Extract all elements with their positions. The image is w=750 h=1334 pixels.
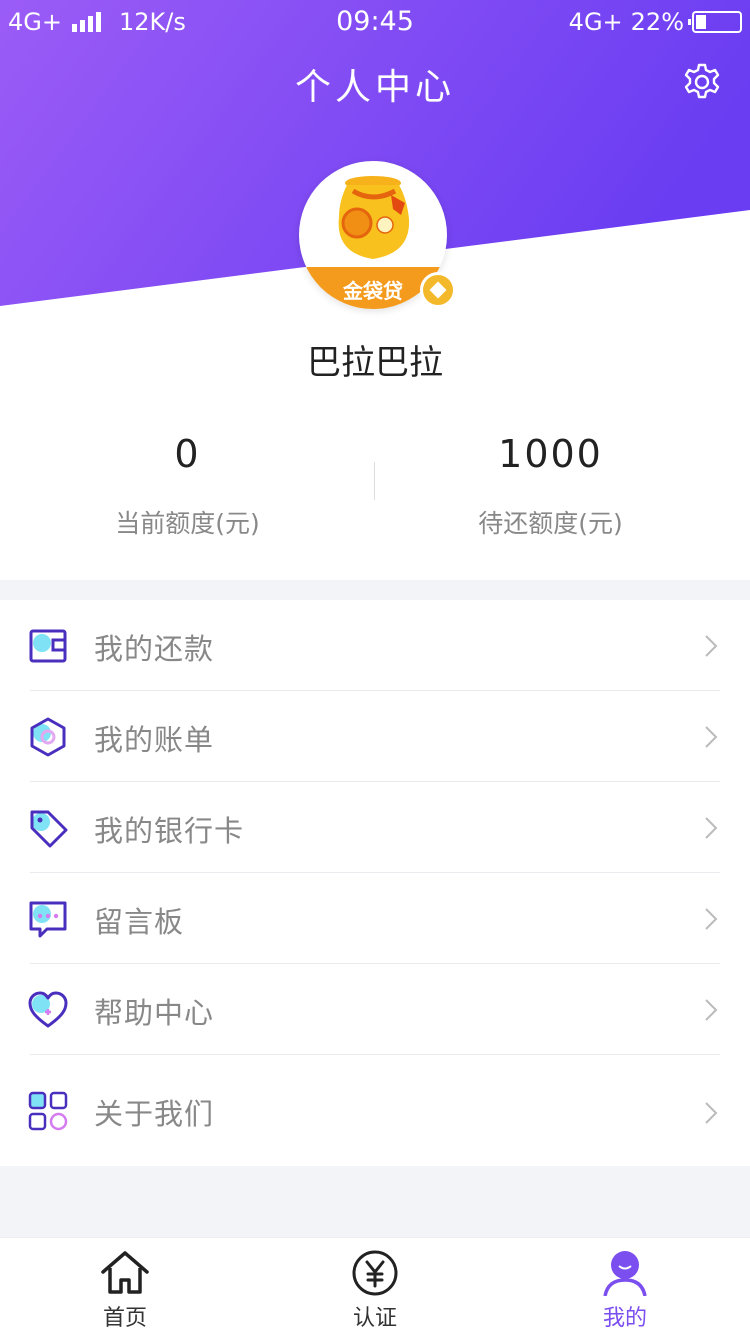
profile-header: 4G+ 12K/s 09:45 4G+ 22% 个人中心 金袋贷 巴拉巴拉 0 … [0, 0, 750, 580]
menu-item-label: 关于我们 [94, 1097, 215, 1131]
username: 巴拉巴拉 [307, 343, 443, 383]
wallet-icon [29, 629, 67, 663]
menu-item-message-board[interactable]: 留言板 [0, 873, 750, 964]
menu-item-label: 帮助中心 [94, 996, 215, 1030]
stat-value: 0 [174, 432, 201, 476]
status-right: 4G+ 22% [569, 8, 742, 36]
yen-circle-icon [352, 1250, 398, 1296]
tag-icon [30, 810, 68, 848]
menu-item-help-center[interactable]: 帮助中心 [0, 964, 750, 1055]
avatar-logo-text: 金袋贷 [342, 279, 403, 303]
status-bar: 4G+ 12K/s 09:45 4G+ 22% [0, 0, 750, 44]
stat-value: 1000 [498, 432, 603, 476]
chevron-right-icon [705, 999, 718, 1021]
bottom-tab-bar: 首页 认证 我的 [0, 1237, 750, 1334]
menu-item-label: 留言板 [94, 905, 185, 939]
stat-pending-repay: 1000 待还额度(元) [363, 432, 738, 540]
chevron-right-icon [705, 908, 718, 930]
hexagon-bill-icon [30, 717, 66, 757]
page-title: 个人中心 [294, 67, 455, 108]
tab-mine[interactable]: 我的 [500, 1238, 750, 1334]
user-icon [603, 1251, 647, 1296]
tab-label: 我的 [602, 1306, 647, 1331]
battery-percent: 22% [630, 8, 684, 36]
menu-item-label: 我的账单 [94, 723, 215, 757]
tab-verify[interactable]: 认证 [250, 1238, 500, 1334]
stat-label: 待还额度(元) [478, 509, 623, 538]
grid-apps-icon [28, 1091, 68, 1131]
home-icon [101, 1251, 149, 1294]
menu-item-my-bill[interactable]: 我的账单 [0, 691, 750, 782]
chevron-right-icon [705, 635, 718, 657]
gear-icon[interactable] [682, 62, 722, 102]
message-board-icon [29, 901, 67, 938]
stat-label: 当前额度(元) [115, 509, 260, 538]
tab-label: 首页 [102, 1306, 147, 1331]
tab-home[interactable]: 首页 [0, 1238, 250, 1334]
network-type-right: 4G+ [568, 8, 623, 36]
chevron-right-icon [705, 1102, 718, 1124]
battery-icon [688, 11, 742, 33]
vip-badge-icon [420, 272, 456, 308]
chevron-right-icon [705, 726, 718, 748]
chevron-right-icon [705, 817, 718, 839]
menu-list: 我的还款 我的账单 我的银行卡 留言板 帮助中心 关于我们 [0, 600, 750, 1166]
menu-item-label: 我的还款 [94, 632, 215, 666]
stat-current-limit: 0 当前额度(元) [0, 432, 375, 540]
heart-help-icon [28, 991, 68, 1028]
menu-item-label: 我的银行卡 [94, 814, 245, 848]
menu-item-my-repayment[interactable]: 我的还款 [0, 600, 750, 691]
tab-label: 认证 [352, 1306, 397, 1331]
menu-item-about-us[interactable]: 关于我们 [0, 1055, 750, 1166]
menu-item-my-bank-card[interactable]: 我的银行卡 [0, 782, 750, 873]
